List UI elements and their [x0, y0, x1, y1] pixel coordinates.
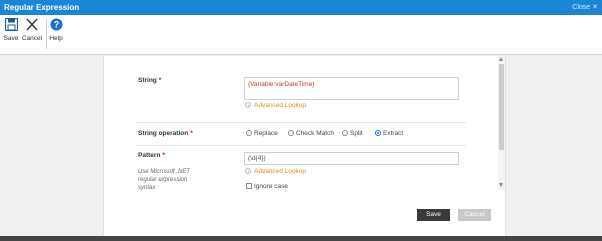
radio-selected-icon [375, 130, 381, 136]
pattern-label-text: Pattern [138, 152, 161, 159]
divider [136, 122, 466, 123]
radio-replace-label: Replace [254, 130, 278, 137]
cancel-x-icon [26, 18, 38, 31]
string-lookup-label: Advanced Lookup [254, 102, 307, 109]
ignore-case-checkbox[interactable]: Ignore case [246, 183, 288, 190]
pattern-advanced-lookup-link[interactable]: Advanced Lookup [245, 168, 306, 175]
footer-cancel-button[interactable]: Cancel [458, 209, 491, 221]
lookup-icon [245, 168, 251, 174]
close-button[interactable]: Close ✕ [572, 3, 598, 11]
ignore-case-label: Ignore case [254, 183, 288, 190]
toolbar-help-button[interactable]: ? Help [48, 18, 64, 42]
pattern-lookup-label: Advanced Lookup [254, 168, 307, 175]
lookup-icon [245, 102, 251, 108]
radio-split[interactable]: Split [342, 130, 363, 137]
radio-split-label: Split [350, 130, 363, 137]
toolbar-save-label: Save [3, 35, 19, 42]
radio-check-match[interactable]: Check Match [288, 130, 334, 137]
footer-save-button[interactable]: Save [417, 209, 450, 221]
title-bar: Regular Expression Close ✕ [0, 0, 602, 15]
scroll-up-arrow-icon[interactable] [499, 57, 503, 61]
window-title: Regular Expression [4, 3, 80, 12]
close-label: Close [572, 4, 591, 11]
ribbon-toolbar: Save Cancel ? Help [0, 15, 602, 55]
string-operation-label: String operation * [138, 130, 193, 137]
string-operation-label-text: String operation [138, 130, 189, 137]
save-icon [4, 18, 18, 31]
pattern-input[interactable]: (\d{4}) [244, 152, 459, 165]
svg-text:?: ? [53, 20, 59, 30]
toolbar-help-label: Help [49, 35, 63, 42]
pattern-label: Pattern * [138, 152, 165, 159]
divider [136, 145, 466, 146]
radio-circle-icon [288, 130, 294, 136]
radio-extract-label: Extract [383, 130, 404, 137]
toolbar-cancel-button[interactable]: Cancel [21, 18, 43, 42]
string-advanced-lookup-link[interactable]: Advanced Lookup [245, 102, 306, 109]
string-label-text: String [138, 77, 157, 84]
radio-circle-icon [246, 130, 252, 136]
toolbar-save-button[interactable]: Save [3, 18, 19, 42]
help-icon: ? [50, 18, 62, 31]
toolbar-cancel-label: Cancel [21, 35, 43, 42]
string-input[interactable]: {Variable:varDateTime} [244, 77, 459, 100]
radio-circle-icon [342, 130, 348, 136]
toolbar-separator [46, 19, 47, 49]
scrollbar-thumb[interactable] [499, 64, 504, 150]
scroll-down-arrow-icon[interactable] [499, 183, 503, 187]
close-icon: ✕ [592, 4, 598, 11]
required-mark: * [162, 152, 165, 159]
required-mark: * [158, 77, 162, 84]
radio-replace[interactable]: Replace [246, 130, 278, 137]
required-mark: * [190, 130, 193, 137]
string-input-value: {Variable:varDateTime} [248, 81, 315, 88]
radio-check-match-label: Check Match [296, 130, 334, 137]
pattern-input-value: (\d{4}) [248, 155, 266, 162]
bottom-status-bar [0, 236, 602, 241]
pattern-hint-text: Use Microsoft .NET regular expression sy… [138, 169, 191, 191]
checkbox-icon [246, 183, 252, 189]
string-label: String * [138, 77, 161, 84]
radio-extract[interactable]: Extract [375, 130, 403, 137]
